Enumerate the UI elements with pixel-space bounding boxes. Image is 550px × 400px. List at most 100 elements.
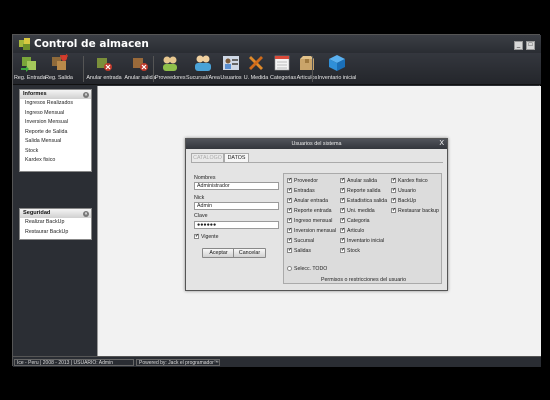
clave-field[interactable]: ●●●●●● xyxy=(194,221,279,229)
cancel-entry-icon xyxy=(95,54,113,72)
nick-label: Nick xyxy=(194,195,205,201)
perm-checkbox[interactable]: ✓ Proveedor xyxy=(287,178,318,185)
collapse-icon[interactable]: « xyxy=(83,210,89,217)
toolbar-anular-salida[interactable]: Anular salida xyxy=(123,54,157,84)
status-bar: Ice - Peru | 2008 - 2013 | USUARIO: Admi… xyxy=(13,356,541,367)
check-icon: ✓ xyxy=(287,177,293,184)
vigente-label: Vigente xyxy=(201,234,219,240)
sidebar-item-inversion-mensual[interactable]: Inversion Mensual xyxy=(20,118,91,128)
perm-label: Entradas xyxy=(294,188,315,194)
sidebar-item-ingresos-realizados[interactable]: Ingresos Realizados xyxy=(20,99,91,109)
toolbar-label: Anular entrada xyxy=(86,75,122,81)
suppliers-icon xyxy=(161,54,179,72)
toolbar-label: Articulos xyxy=(296,75,318,81)
toolbar-u-medida[interactable]: U. Medida xyxy=(243,54,269,84)
toolbar-separator xyxy=(312,56,313,82)
check-icon: ✓ xyxy=(287,217,293,224)
sidebar-item-stock[interactable]: Stock xyxy=(20,147,91,157)
check-icon: ✓ xyxy=(194,233,200,240)
perm-label: Inventario inicial xyxy=(347,238,385,244)
perm-checkbox[interactable]: ✓ Sucursal xyxy=(287,238,314,245)
seguridad-header[interactable]: Seguridad « xyxy=(20,209,91,218)
toolbar-inventario-inicial[interactable]: Inventario inicial xyxy=(317,54,357,84)
perm-checkbox[interactable]: ✓ Estadistica salida xyxy=(340,198,387,205)
select-all-radio[interactable]: Selecc. TODO xyxy=(287,266,327,273)
perm-label: Anular entrada xyxy=(294,198,329,204)
collapse-icon[interactable]: « xyxy=(83,91,89,98)
perm-checkbox[interactable]: ✓ Entradas xyxy=(287,188,315,195)
perm-checkbox[interactable]: ✓ Salidas xyxy=(287,248,311,255)
perm-checkbox[interactable]: ✓ Inventario inicial xyxy=(340,238,384,245)
nombres-field[interactable]: Administrador xyxy=(194,182,279,190)
minimize-button[interactable]: _ xyxy=(514,41,523,50)
permissions-caption: Permisos o restricciones del usuario xyxy=(320,277,407,283)
boxes-in-icon xyxy=(20,54,38,72)
sidebar-item-realizar-backup[interactable]: Realizar BackUp xyxy=(20,218,91,228)
check-icon: ✓ xyxy=(287,237,293,244)
toolbar-label: Inventario inicial xyxy=(317,75,357,81)
sidebar-item-kardex-fisico[interactable]: Kardex fisico xyxy=(20,156,91,166)
check-icon: ✓ xyxy=(391,177,397,184)
select-all-label: Selecc. TODO xyxy=(294,266,328,272)
perm-checkbox[interactable]: ✓ Reporte salida xyxy=(340,188,380,195)
sidebar-item-reporte-salida[interactable]: Reporte de Salida xyxy=(20,128,91,138)
dialog-title-bar: Usuarios del sistema X xyxy=(186,139,447,149)
sidebar-item-ingreso-mensual[interactable]: Ingreso Mensual xyxy=(20,109,91,119)
toolbar-usuarios[interactable]: Usuarios xyxy=(220,54,242,84)
accept-button[interactable]: Aceptar xyxy=(202,248,235,258)
nick-field[interactable]: Admin xyxy=(194,202,279,210)
check-icon: ✓ xyxy=(340,187,346,194)
perm-checkbox[interactable]: ✓ Kardex fisico xyxy=(391,178,428,185)
perm-label: Reporte salida xyxy=(347,188,381,194)
informes-header[interactable]: Informes « xyxy=(20,90,91,99)
toolbar-proveedores[interactable]: Proveedores xyxy=(155,54,186,84)
perm-checkbox[interactable]: ✓ BackUp xyxy=(391,198,416,205)
toolbar-categorias[interactable]: Categorias xyxy=(270,54,296,84)
toolbar-reg-salida[interactable]: Reg. Salida xyxy=(45,53,73,84)
clave-label: Clave xyxy=(194,213,208,219)
toolbar-separator xyxy=(83,56,84,82)
perm-checkbox[interactable]: ✓ Reporte entrada xyxy=(287,208,332,215)
perm-label: Articulo xyxy=(347,228,365,234)
check-icon: ✓ xyxy=(340,207,346,214)
perm-checkbox[interactable]: ✓ Usuario xyxy=(391,188,416,195)
check-icon: ✓ xyxy=(340,177,346,184)
tab-catalogo[interactable]: CATALOGO xyxy=(191,153,224,162)
perm-checkbox[interactable]: ✓ Uni. medida xyxy=(340,208,375,215)
perm-label: Kardex fisico xyxy=(398,178,428,184)
seguridad-title: Seguridad xyxy=(23,210,51,216)
check-icon: ✓ xyxy=(287,227,293,234)
check-icon: ✓ xyxy=(391,187,397,194)
radio-icon xyxy=(287,266,292,272)
perm-checkbox[interactable]: ✓ Articulo xyxy=(340,228,364,235)
toolbar-anular-entrada[interactable]: Anular entrada xyxy=(86,54,122,84)
inventory-icon xyxy=(328,54,346,72)
perm-checkbox[interactable]: ✓ Anular entrada xyxy=(287,198,328,205)
toolbar-sucursal-area[interactable]: Sucursal/Area xyxy=(186,54,220,84)
close-icon[interactable]: X xyxy=(439,139,444,149)
toolbar-label: Sucursal/Area xyxy=(186,75,220,81)
sidebar-item-restaurar-backup[interactable]: Restaurar BackUp xyxy=(20,228,91,238)
toolbar-articulos[interactable]: Articulos xyxy=(295,54,319,84)
check-icon: ✓ xyxy=(391,197,397,204)
nombres-label: Nombres xyxy=(194,175,216,181)
perm-checkbox[interactable]: ✓ Categoria xyxy=(340,218,370,225)
perm-label: Inversion mensual xyxy=(294,228,337,234)
sidebar-item-salida-mensual[interactable]: Salida Mensual xyxy=(20,137,91,147)
informes-title: Informes xyxy=(23,91,47,97)
perm-checkbox[interactable]: ✓ Anular salida xyxy=(340,178,377,185)
perm-checkbox[interactable]: ✓ Restaurar backup xyxy=(391,208,439,215)
perm-checkbox[interactable]: ✓ Stock xyxy=(340,248,360,255)
cancel-button[interactable]: Cancelar xyxy=(233,248,266,258)
perm-label: Ingreso mensual xyxy=(294,218,333,224)
box-icon xyxy=(298,54,316,72)
perm-checkbox[interactable]: ✓ Ingreso mensual xyxy=(287,218,332,225)
toolbar-reg-entrada[interactable]: Reg. Entrada xyxy=(14,54,46,84)
check-icon: ✓ xyxy=(340,197,346,204)
tab-datos[interactable]: DATOS xyxy=(224,153,249,162)
check-icon: ✓ xyxy=(287,197,293,204)
perm-checkbox[interactable]: ✓ Inversion mensual xyxy=(287,228,336,235)
maximize-button[interactable]: □ xyxy=(526,41,535,50)
vigente-checkbox[interactable]: ✓ Vigente xyxy=(194,234,219,241)
users-dialog: Usuarios del sistema X CATALOGO DATOS No… xyxy=(185,138,448,291)
